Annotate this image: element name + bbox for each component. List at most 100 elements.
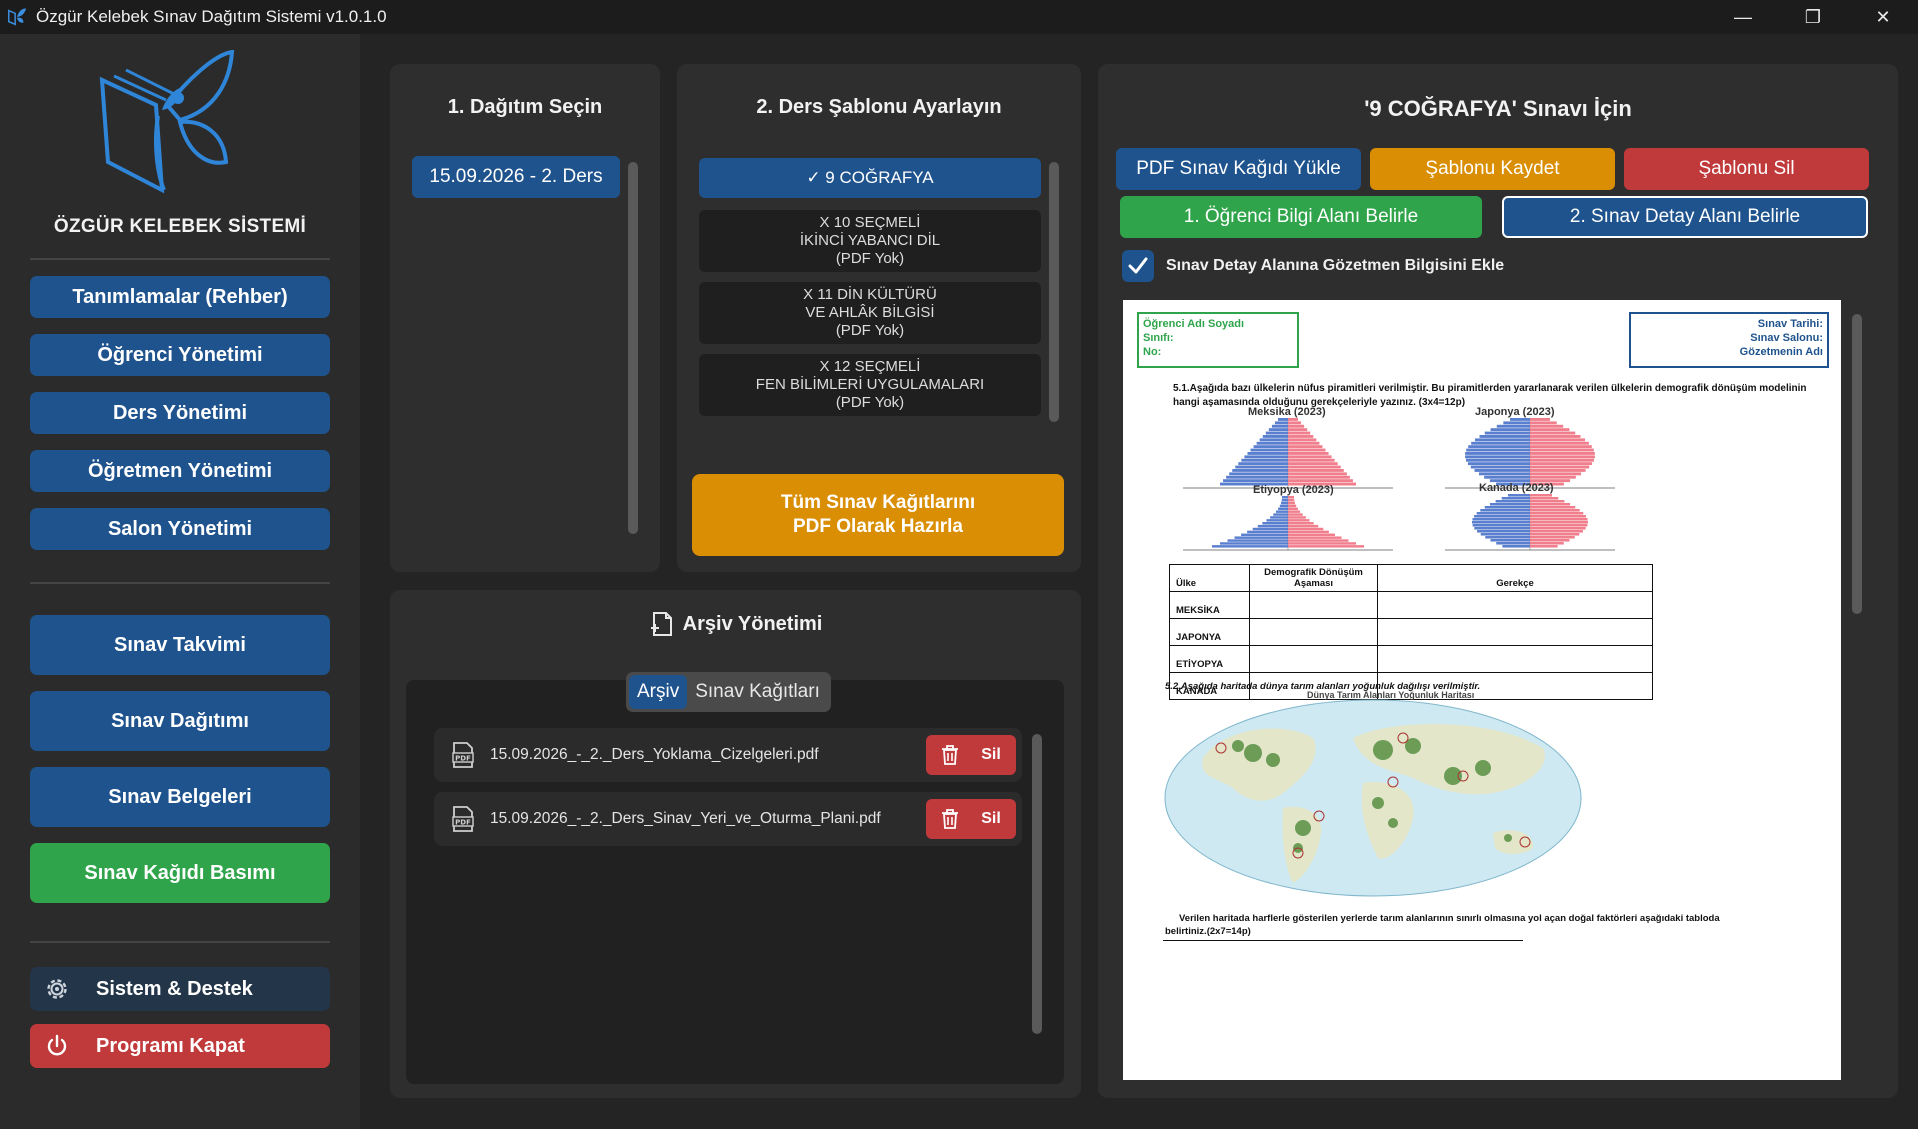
pdf-preview[interactable]: Öğrenci Adı Soyadı Sınıfı: No: Sınav Tar… [1123,300,1841,1080]
pyramid-bar [1281,501,1288,505]
population-pyramid-chart [1183,418,1393,489]
pyramid-bar [1262,435,1288,438]
template-scrollbar[interactable] [1049,162,1059,422]
template-item[interactable]: X 11 DİN KÜLTÜRÜ VE AHLÂK BİLGİSİ (PDF Y… [699,282,1041,344]
sidebar-item-exam-paper-print[interactable]: Sınav Kağıdı Basımı [30,843,330,903]
table-cell: ETİYOPYA [1169,645,1250,673]
student-info-line: Öğrenci Adı Soyadı [1143,318,1245,330]
pyramid-bar [1288,542,1357,545]
sidebar-divider [30,258,330,260]
pyramid-bar [1288,504,1297,508]
distribution-scrollbar[interactable] [628,162,638,534]
pyramid-bar [1530,465,1590,469]
exam-detail-box[interactable]: Sınav Tarihi: Sınav Salonu: Gözetmenin A… [1629,312,1829,368]
template-item-line: X 10 SEÇMELİ [819,214,921,231]
template-item-line: X 11 DİN KÜLTÜRÜ [803,286,937,303]
pyramid-bar [1496,542,1530,545]
sidebar-item-exam-distribution[interactable]: Sınav Dağıtımı [30,691,330,751]
sidebar-item-rooms[interactable]: Salon Yönetimi [30,508,330,550]
archive-file-row[interactable]: PDF 15.09.2026_-_2._Ders_Sinav_Yeri_ve_O… [434,792,1022,846]
template-item[interactable]: X 10 SEÇMELİ İKİNCİ YABANCI DİL (PDF Yok… [699,210,1041,272]
brand-title: ÖZGÜR KELEBEK SİSTEMİ [53,216,307,237]
distribution-item[interactable]: 15.09.2026 - 2. Ders [412,156,620,198]
sidebar-item-exam-calendar[interactable]: Sınav Takvimi [30,615,330,675]
system-support-button[interactable]: Sistem & Destek [30,967,330,1011]
pyramid-bar [1496,424,1530,428]
student-info-line: No: [1143,346,1162,358]
delete-file-button[interactable]: Sil [926,735,1016,775]
pyramid-bar [1288,479,1353,483]
tab-exam-papers[interactable]: Sınav Kağıtları [687,675,828,709]
archive-file-row[interactable]: PDF 15.09.2026_-_2._Ders_Yoklama_Cizelge… [434,728,1022,782]
pyramid-bar [1288,441,1320,445]
delete-template-button[interactable]: Şablonu Sil [1624,148,1869,190]
pyramid-bar [1288,510,1301,513]
pyramid-bar [1288,524,1319,528]
pyramid-bar [1479,435,1530,438]
pyramid-title: Etiyopya (2023) [1253,484,1334,496]
pyramid-bar [1484,431,1530,435]
exam-detail-line: Sınav Tarihi: [1757,318,1823,330]
close-button[interactable]: ✕ [1848,0,1918,34]
pyramid-bar [1288,507,1298,511]
delete-file-button[interactable]: Sil [926,799,1016,839]
pyramid-bar [1484,506,1530,509]
save-template-button[interactable]: Şablonu Kaydet [1370,148,1615,190]
archive-tab-switch: Arşiv Sınav Kağıtları [626,672,831,712]
pyramid-bar [1480,533,1530,536]
pyramid-title: Kanada (2023) [1479,482,1554,494]
trash-icon [942,809,959,829]
pyramid-bar [1288,418,1298,421]
pyramid-bar [1288,452,1329,455]
pyramid-title: Meksika (2023) [1248,406,1326,418]
pyramid-bar [1530,527,1586,530]
question-text: belirtiniz.(2x7=14p) [1165,926,1251,937]
proctor-info-checkbox[interactable] [1122,250,1154,282]
upload-pdf-button[interactable]: PDF Sınav Kağıdı Yükle [1116,148,1361,190]
archive-scrollbar[interactable] [1032,734,1042,1034]
template-item[interactable]: X 12 SEÇMELİ FEN BİLİMLERİ UYGULAMALARI … [699,354,1041,416]
student-info-area-button[interactable]: 1. Öğrenci Bilgi Alanı Belirle [1120,196,1482,238]
question-text: Verilen haritada harflerle gösterilen ye… [1179,913,1720,924]
sidebar-item-teachers[interactable]: Öğretmen Yönetimi [30,450,330,492]
template-item-line: X 12 SEÇMELİ [819,358,921,375]
pyramid-bar [1229,472,1288,476]
pdf-file-icon: PDF [452,742,474,768]
pyramid-bar [1503,421,1530,425]
pyramid-bar [1257,524,1288,528]
pyramid-bar [1466,458,1530,462]
preview-scrollbar[interactable] [1852,314,1862,614]
pyramid-bar [1465,455,1530,459]
minimize-button[interactable]: — [1708,0,1778,34]
delete-label: Sil [981,810,1001,827]
pyramid-bar [1530,500,1565,503]
pyramid-bar [1466,448,1530,452]
sidebar-item-courses[interactable]: Ders Yönetimi [30,392,330,434]
pyramid-bar [1468,445,1530,449]
pyramid-bar [1530,455,1595,459]
pyramid-bar [1480,509,1530,512]
template-item-line: FEN BİLİMLERİ UYGULAMALARI [755,376,985,393]
table-row: MEKSİKA [1169,591,1653,619]
exit-program-button[interactable]: Programı Kapat [30,1024,330,1068]
student-info-box[interactable]: Öğrenci Adı Soyadı Sınıfı: No: [1137,312,1299,368]
pyramid-bar [1252,527,1288,531]
pyramid-bar [1530,497,1559,500]
tab-archive[interactable]: Arşiv [629,675,688,709]
pyramid-bar [1278,507,1288,511]
maximize-button[interactable]: ❐ [1778,0,1848,34]
pyramid-bar [1530,509,1580,512]
table-row: Ülke Demografik Dönüşüm Aşaması Gerekçe [1169,564,1653,592]
pyramid-bar [1288,448,1326,452]
prepare-all-pdf-button[interactable]: Tüm Sınav Kağıtlarını PDF Olarak Hazırla [692,474,1064,556]
system-support-label: Sistem & Destek [96,977,253,1000]
sidebar-item-students[interactable]: Öğrenci Yönetimi [30,334,330,376]
sidebar-item-definitions[interactable]: Tanımlamalar (Rehber) [30,276,330,318]
pyramid-bar [1275,510,1288,513]
pyramid-bar [1288,527,1324,531]
exam-detail-area-button[interactable]: 2. Sınav Detay Alanı Belirle [1502,196,1868,238]
sidebar-divider [30,941,330,943]
template-item-selected[interactable]: ✓ 9 COĞRAFYA [699,158,1041,198]
sidebar-item-exam-documents[interactable]: Sınav Belgeleri [30,767,330,827]
pyramid-bar [1212,545,1288,548]
